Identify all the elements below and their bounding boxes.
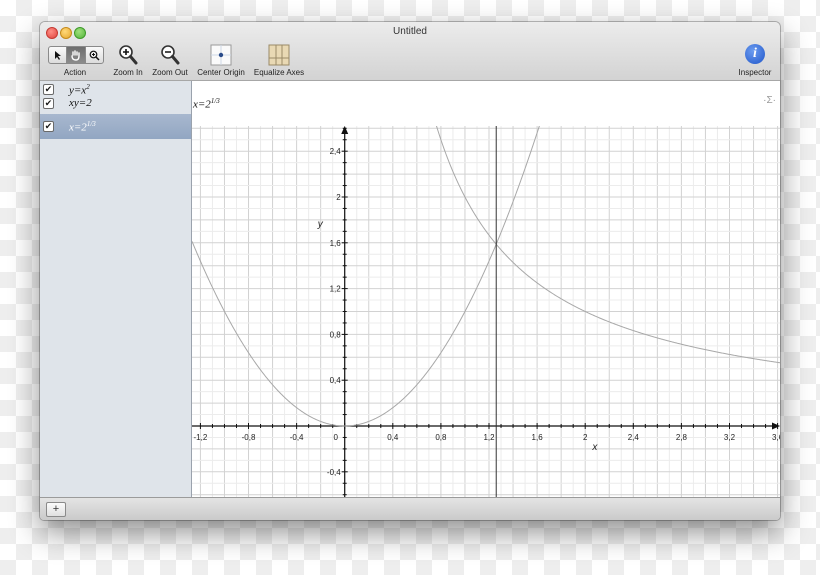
x-tick-label: 2,8 bbox=[676, 433, 688, 442]
window-title: Untitled bbox=[393, 26, 427, 37]
graph-plot[interactable]: -1,2 -0,8 -0,4 0 0,4 0,8 1,2 1,6 2 2,4 2,8 3,2 3,6 -0… bbox=[191, 98, 780, 497]
pointer-tool[interactable] bbox=[49, 47, 68, 63]
y-tick-label: 0,8 bbox=[330, 330, 342, 339]
x-tick-label: 2,4 bbox=[628, 433, 640, 442]
add-equation-button[interactable]: + bbox=[46, 502, 66, 517]
x-tick-label: -0,4 bbox=[290, 433, 304, 442]
hand-tool[interactable] bbox=[67, 47, 86, 63]
equation-text: y=x2 bbox=[69, 83, 90, 97]
x-axis-label: x bbox=[591, 442, 598, 453]
hyperbola-curve bbox=[428, 98, 780, 364]
equalize-axes-icon[interactable] bbox=[268, 44, 290, 66]
equation-text: xy=2 bbox=[69, 97, 92, 109]
center-origin-icon[interactable] bbox=[210, 44, 232, 66]
equation-text: x=21/3 bbox=[69, 120, 96, 134]
center-origin-label: Center Origin bbox=[197, 68, 245, 77]
zoom-out-label: Zoom Out bbox=[152, 68, 188, 77]
x-tick-label: -1,2 bbox=[194, 433, 208, 442]
grapher-window: Untitled Action Zoom In Zoom Out Center … bbox=[40, 22, 780, 520]
inspector-info-icon[interactable]: i bbox=[745, 44, 765, 64]
equation-visible-checkbox[interactable]: ✔ bbox=[43, 121, 54, 132]
y-tick-label: -0,4 bbox=[327, 468, 341, 477]
y-tick-label: 1,6 bbox=[330, 239, 342, 248]
x-tick-label: 1,2 bbox=[483, 433, 495, 442]
zoom-tool[interactable] bbox=[86, 47, 103, 63]
magnifier-plus-icon bbox=[89, 50, 100, 61]
x-tick-label: 2 bbox=[583, 433, 588, 442]
zoom-in-label: Zoom In bbox=[113, 68, 143, 77]
x-tick-label: 0 bbox=[333, 433, 338, 442]
equation-editor[interactable]: x=21/3 ·Σ· bbox=[192, 81, 780, 126]
equation-visible-checkbox[interactable]: ✔ bbox=[43, 84, 54, 95]
y-axis-arrow bbox=[341, 126, 349, 134]
action-segmented-control[interactable] bbox=[48, 46, 104, 64]
y-tick-label: 1,2 bbox=[330, 285, 342, 294]
y-tick-label: 2,4 bbox=[330, 147, 342, 156]
hand-icon bbox=[71, 49, 81, 61]
y-tick-label: 2 bbox=[336, 193, 341, 202]
x-tick-label: -0,8 bbox=[242, 433, 256, 442]
action-label: Action bbox=[63, 68, 87, 77]
equation-row[interactable]: ✔ xy=2 bbox=[40, 97, 191, 110]
x-tick-label: 0,4 bbox=[387, 433, 399, 442]
x-tick-label: 1,6 bbox=[532, 433, 544, 442]
equation-row-selected[interactable]: ✔ x=21/3 bbox=[40, 114, 191, 139]
editor-equation-text[interactable]: x=21/3 bbox=[193, 97, 220, 111]
x-tick-label: 3,2 bbox=[724, 433, 736, 442]
equation-visible-checkbox[interactable]: ✔ bbox=[43, 98, 54, 109]
titlebar: Untitled Action Zoom In Zoom Out Center … bbox=[40, 22, 780, 81]
x-axis-arrow bbox=[772, 422, 780, 430]
bottom-bar: + bbox=[40, 497, 780, 520]
y-axis-label: y bbox=[317, 219, 324, 230]
arrow-pointer-icon bbox=[54, 50, 61, 60]
zoom-out-icon[interactable] bbox=[160, 44, 180, 66]
equation-list: ✔ y=x2 ✔ xy=2 ✔ x=21/3 bbox=[40, 81, 192, 497]
equalize-axes-label: Equalize Axes bbox=[253, 68, 305, 77]
y-tick-label: 0,4 bbox=[330, 376, 342, 385]
zoom-in-icon[interactable] bbox=[118, 44, 138, 66]
x-tick-label: 3,6 bbox=[772, 433, 780, 442]
x-tick-label: 0,8 bbox=[435, 433, 447, 442]
graph-canvas[interactable]: -1,2 -0,8 -0,4 0 0,4 0,8 1,2 1,6 2 2,4 2,8 3,2 3,6 -0… bbox=[191, 98, 780, 497]
equation-row[interactable]: ✔ y=x2 bbox=[40, 83, 191, 97]
sigma-menu-icon[interactable]: ·Σ· bbox=[763, 95, 776, 106]
inspector-label: Inspector bbox=[738, 68, 772, 77]
